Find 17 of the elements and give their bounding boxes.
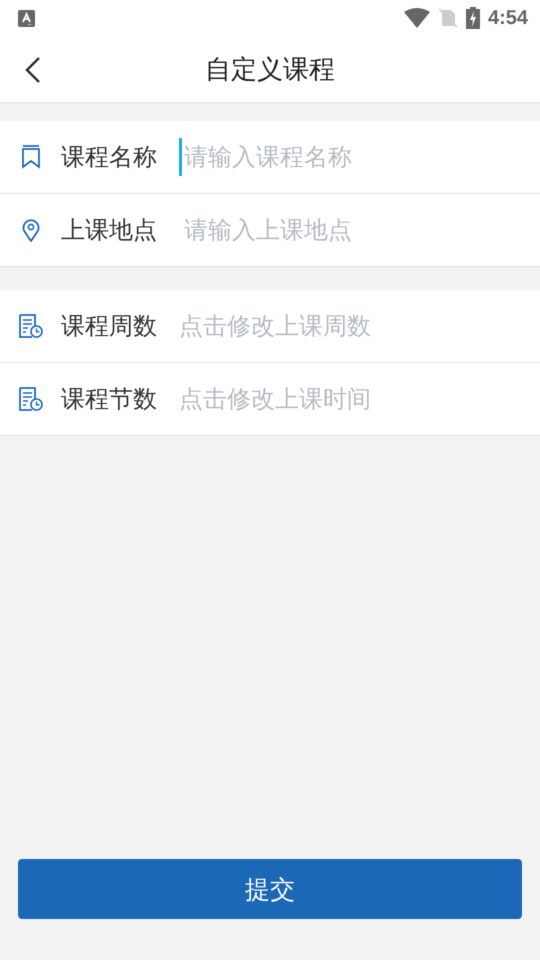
schedule-icon [18, 313, 44, 339]
page-title: 自定义课程 [205, 54, 335, 86]
status-time: 4:54 [488, 6, 528, 30]
submit-button[interactable]: 提交 [18, 859, 522, 919]
input-field[interactable]: 请输入上课地点 [179, 211, 540, 249]
field-label: 课程名称 [61, 142, 158, 173]
field-label: 课程周数 [61, 311, 158, 342]
picker-field[interactable]: 点击修改上课时间 [179, 383, 371, 415]
wifi-icon [404, 8, 430, 28]
no-sim-icon [438, 8, 458, 28]
field-label: 上课地点 [61, 215, 158, 246]
battery-charging-icon [466, 7, 480, 29]
input-field[interactable]: 请输入课程名称 [179, 138, 540, 176]
keyboard-notification-icon [18, 10, 35, 26]
field-label: 课程节数 [61, 384, 158, 415]
schedule-icon [18, 386, 44, 412]
picker-field[interactable]: 点击修改上课周数 [179, 310, 371, 342]
